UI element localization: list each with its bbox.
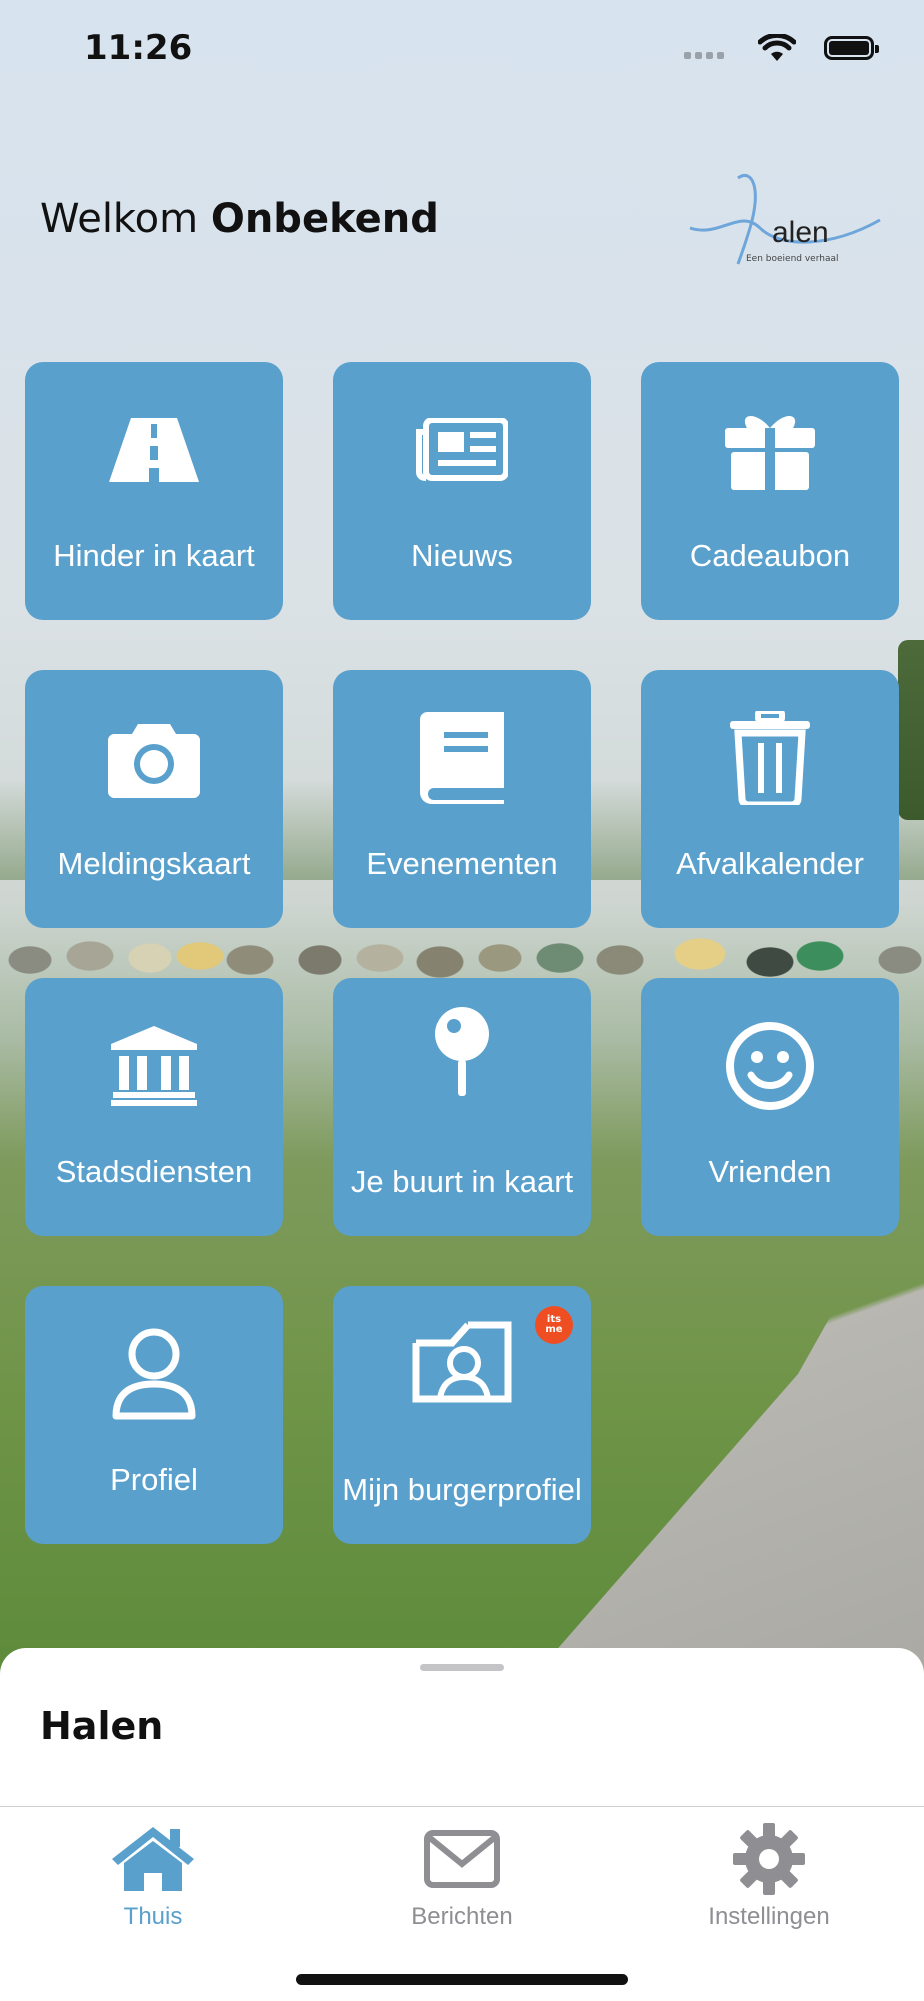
halen-logo: alen Een boeiend verhaal	[680, 168, 890, 272]
city-hall-icon	[111, 1026, 197, 1106]
tile-label: Mijn burgerprofiel	[342, 1472, 582, 1507]
tile-label: Meldingskaart	[57, 846, 251, 881]
tile-je-buurt-in-kaart[interactable]: Je buurt in kaart	[333, 978, 591, 1236]
cellular-signal-icon	[684, 52, 724, 59]
tile-meldingskaart[interactable]: Meldingskaart	[25, 670, 283, 928]
tile-afvalkalender[interactable]: Afvalkalender	[641, 670, 899, 928]
tile-label: Stadsdiensten	[55, 1154, 253, 1189]
newspaper-icon	[416, 418, 508, 481]
sheet-grabber[interactable]	[420, 1664, 504, 1671]
user-icon	[112, 1328, 196, 1420]
camera-icon	[108, 724, 200, 798]
background-tree	[898, 640, 924, 820]
tile-mijn-burgerprofiel[interactable]: its me Mijn burgerprofiel	[333, 1286, 591, 1544]
status-time: 11:26	[84, 28, 193, 68]
bottom-sheet[interactable]: Halen	[0, 1648, 924, 1808]
tile-label: Cadeaubon	[689, 538, 851, 573]
tab-thuis[interactable]: Thuis	[43, 1819, 263, 1931]
tile-profiel[interactable]: Profiel	[25, 1286, 283, 1544]
id-card-icon	[412, 1321, 512, 1403]
user-name: Onbekend	[210, 196, 439, 242]
tile-label: Afvalkalender	[676, 846, 864, 881]
home-indicator[interactable]	[296, 1974, 628, 1985]
map-pin-icon	[435, 1007, 489, 1096]
gift-icon	[725, 415, 815, 490]
tile-label: Vrienden	[708, 1154, 832, 1189]
battery-icon	[824, 36, 879, 60]
tab-label: Thuis	[123, 1903, 183, 1930]
tab-bar: Thuis Berichten Instellingen	[0, 1806, 924, 2001]
tab-instellingen[interactable]: Instellingen	[659, 1819, 879, 1931]
tile-hinder-in-kaart[interactable]: Hinder in kaart	[25, 362, 283, 620]
tab-berichten[interactable]: Berichten	[352, 1819, 572, 1931]
tab-label: Berichten	[411, 1903, 513, 1930]
tile-vrienden[interactable]: Vrienden	[641, 978, 899, 1236]
background-boulders	[0, 920, 924, 980]
logo-tagline: Een boeiend verhaal	[746, 254, 839, 264]
tile-label: Evenementen	[366, 846, 558, 881]
tile-label: Nieuws	[411, 538, 513, 573]
tile-evenementen[interactable]: Evenementen	[333, 670, 591, 928]
welcome-prefix: Welkom	[40, 196, 199, 242]
wifi-icon	[758, 34, 796, 61]
smiley-icon	[726, 1022, 814, 1110]
envelope-icon	[424, 1830, 500, 1888]
tile-label: Hinder in kaart	[53, 538, 255, 573]
trash-icon	[730, 711, 810, 805]
home-icon	[112, 1827, 194, 1891]
tile-nieuws[interactable]: Nieuws	[333, 362, 591, 620]
book-icon	[420, 712, 504, 804]
tile-stadsdiensten[interactable]: Stadsdiensten	[25, 978, 283, 1236]
gear-icon	[733, 1823, 805, 1895]
logo-wordmark: alen	[772, 216, 829, 249]
sheet-title: Halen	[40, 1704, 164, 1748]
tile-cadeaubon[interactable]: Cadeaubon	[641, 362, 899, 620]
tile-label: Profiel	[110, 1462, 198, 1497]
tab-label: Instellingen	[708, 1903, 830, 1930]
welcome-greeting: Welkom Onbekend	[40, 196, 439, 242]
status-bar: 11:26	[0, 0, 924, 100]
road-icon	[109, 418, 199, 482]
tile-label: Je buurt in kaart	[350, 1164, 574, 1199]
